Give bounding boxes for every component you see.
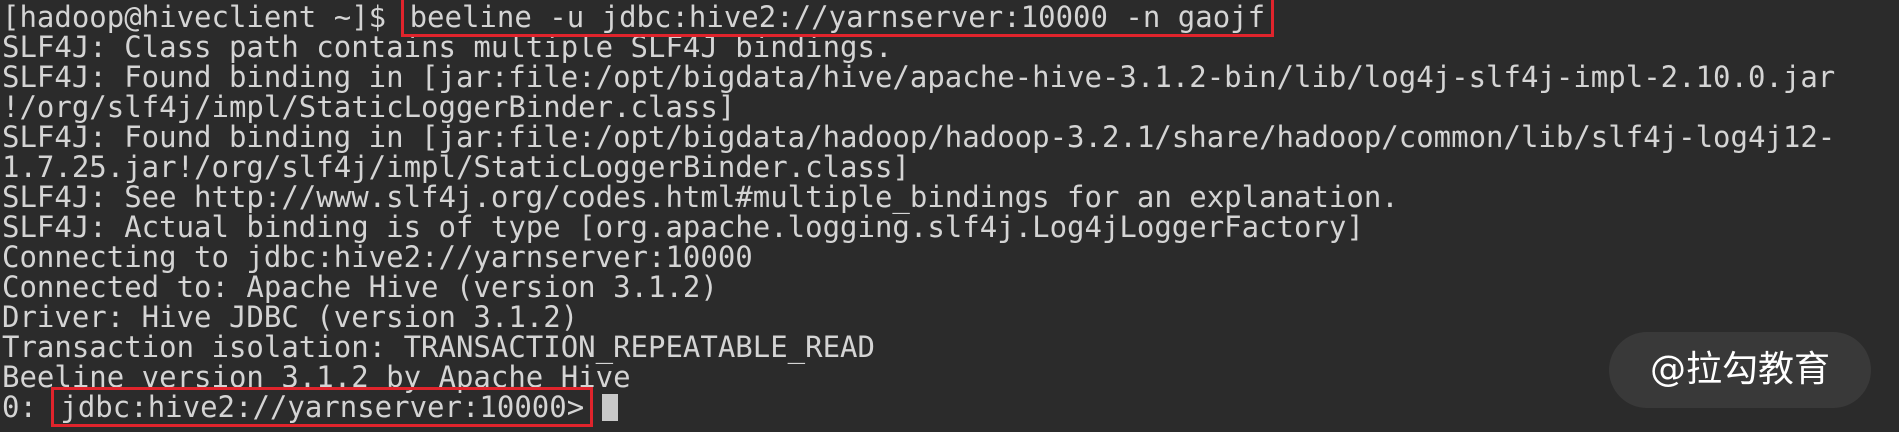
beeline-prompt-line[interactable]: 0: jdbc:hive2://yarnserver:10000> [2, 387, 1899, 427]
shell-prompt: [hadoop@hiveclient ~]$ [2, 0, 404, 34]
output-line: SLF4J: Found binding in [jar:file:/opt/b… [2, 60, 1836, 94]
output-line: SLF4J: See http://www.slf4j.org/codes.ht… [2, 180, 1399, 214]
text-cursor [602, 394, 619, 421]
highlighted-command: beeline -u jdbc:hive2://yarnserver:10000… [400, 0, 1275, 37]
output-line: !/org/slf4j/impl/StaticLoggerBinder.clas… [2, 90, 736, 124]
output-line: Connecting to jdbc:hive2://yarnserver:10… [2, 240, 753, 274]
terminal-window[interactable]: [hadoop@hiveclient ~]$ beeline -u jdbc:h… [0, 0, 1899, 432]
output-line: SLF4J: Class path contains multiple SLF4… [2, 30, 893, 64]
output-line: Connected to: Apache Hive (version 3.1.2… [2, 270, 718, 304]
output-line: SLF4J: Actual binding is of type [org.ap… [2, 210, 1364, 244]
command-line: [hadoop@hiveclient ~]$ beeline -u jdbc:h… [2, 0, 1899, 37]
beeline-prompt-prefix: 0: [2, 390, 55, 424]
output-line: SLF4J: Found binding in [jar:file:/opt/b… [2, 120, 1836, 154]
output-line: Driver: Hive JDBC (version 3.1.2) [2, 300, 579, 334]
highlighted-beeline-prompt: jdbc:hive2://yarnserver:10000> [51, 387, 594, 427]
watermark-badge: @拉勾教育 [1609, 332, 1871, 408]
output-line: 1.7.25.jar!/org/slf4j/impl/StaticLoggerB… [2, 150, 910, 184]
